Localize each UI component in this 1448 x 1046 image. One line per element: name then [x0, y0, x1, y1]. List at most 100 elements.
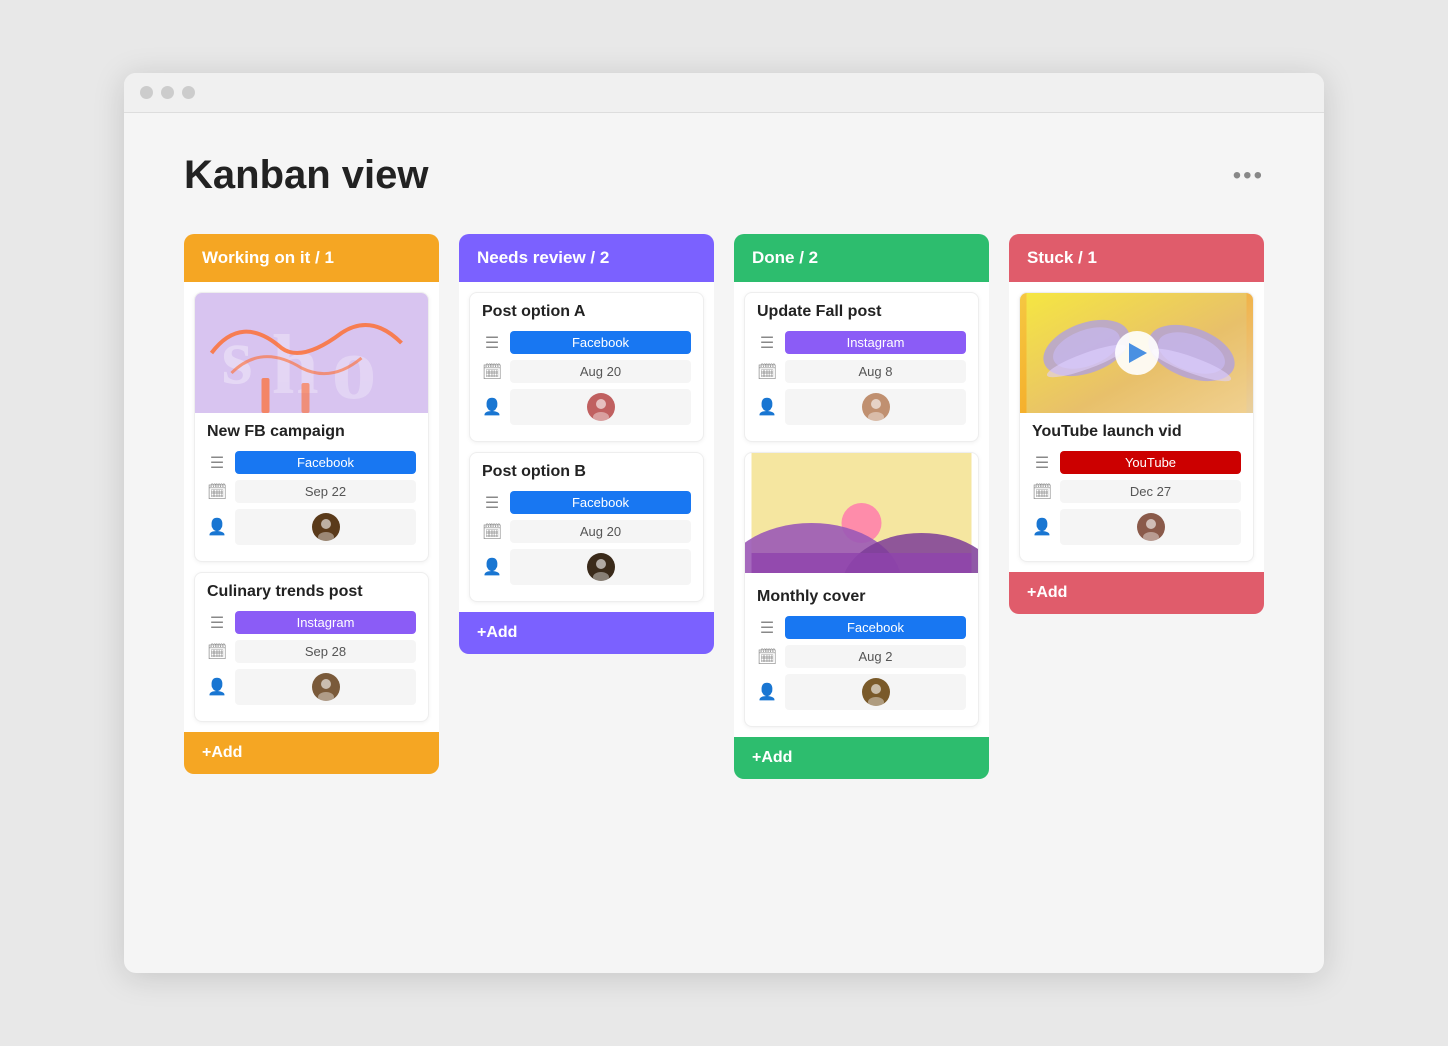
col-body-stuck: YouTube launch vid ☰ YouTube 🗓 Dec 27 👤 — [1009, 282, 1264, 572]
card-card-monthly[interactable]: Monthly cover ☰ Facebook 🗓 Aug 2 👤 — [744, 452, 979, 727]
card-date-row: 🗓 Aug 8 — [757, 360, 966, 383]
dot-yellow — [161, 86, 174, 99]
calendar-icon: 🗓 — [757, 647, 777, 667]
platform-tag: Facebook — [510, 331, 691, 354]
person-icon: 👤 — [482, 397, 502, 417]
card-content: Culinary trends post ☰ Instagram 🗓 Sep 2… — [195, 573, 428, 721]
card-platform-row: ☰ YouTube — [1032, 451, 1241, 474]
card-content: YouTube launch vid ☰ YouTube 🗓 Dec 27 👤 — [1020, 413, 1253, 561]
dot-green — [182, 86, 195, 99]
more-button[interactable]: ••• — [1233, 162, 1264, 190]
avatar — [587, 393, 615, 421]
card-card-posta[interactable]: Post option A ☰ Facebook 🗓 Aug 20 👤 — [469, 292, 704, 442]
add-button-stuck[interactable]: +Add — [1009, 572, 1264, 614]
card-card-yt[interactable]: YouTube launch vid ☰ YouTube 🗓 Dec 27 👤 — [1019, 292, 1254, 562]
person-icon: 👤 — [757, 397, 777, 417]
card-title: Culinary trends post — [207, 583, 416, 601]
avatar-wrap — [235, 509, 416, 545]
page-header: Kanban view ••• — [184, 153, 1264, 198]
card-date-row: 🗓 Sep 28 — [207, 640, 416, 663]
avatar — [862, 678, 890, 706]
card-content: Update Fall post ☰ Instagram 🗓 Aug 8 👤 — [745, 293, 978, 441]
avatar — [587, 553, 615, 581]
card-image-video — [1020, 293, 1253, 413]
card-date: Sep 28 — [235, 640, 416, 663]
calendar-icon: 🗓 — [1032, 482, 1052, 502]
avatar-wrap — [510, 549, 691, 585]
platform-icon: ☰ — [482, 493, 502, 513]
avatar — [862, 393, 890, 421]
card-date-row: 🗓 Aug 2 — [757, 645, 966, 668]
card-title: Monthly cover — [757, 588, 966, 606]
platform-tag: Facebook — [235, 451, 416, 474]
card-date: Dec 27 — [1060, 480, 1241, 503]
card-card-fall[interactable]: Update Fall post ☰ Instagram 🗓 Aug 8 👤 — [744, 292, 979, 442]
card-date: Aug 2 — [785, 645, 966, 668]
card-platform-row: ☰ Facebook — [482, 331, 691, 354]
titlebar — [124, 73, 1324, 113]
card-title: Update Fall post — [757, 303, 966, 321]
platform-tag: Instagram — [785, 331, 966, 354]
column-done: Done / 2 Update Fall post ☰ Instagram 🗓 … — [734, 234, 989, 779]
card-card-postb[interactable]: Post option B ☰ Facebook 🗓 Aug 20 👤 — [469, 452, 704, 602]
person-icon: 👤 — [1032, 517, 1052, 537]
card-date: Aug 8 — [785, 360, 966, 383]
card-platform-row: ☰ Facebook — [482, 491, 691, 514]
card-date: Sep 22 — [235, 480, 416, 503]
avatar — [1137, 513, 1165, 541]
platform-icon: ☰ — [482, 333, 502, 353]
avatar — [312, 673, 340, 701]
card-image-calligraphy: s h o — [195, 293, 428, 413]
card-platform-row: ☰ Facebook — [207, 451, 416, 474]
column-working: Working on it / 1 s h o New FB campaign — [184, 234, 439, 774]
card-platform-row: ☰ Instagram — [207, 611, 416, 634]
card-title: YouTube launch vid — [1032, 423, 1241, 441]
platform-icon: ☰ — [757, 618, 777, 638]
add-button-review[interactable]: +Add — [459, 612, 714, 654]
col-header-stuck: Stuck / 1 — [1009, 234, 1264, 282]
avatar-wrap — [510, 389, 691, 425]
add-button-working[interactable]: +Add — [184, 732, 439, 774]
dot-red — [140, 86, 153, 99]
avatar-wrap — [785, 674, 966, 710]
col-header-review: Needs review / 2 — [459, 234, 714, 282]
main-content: Kanban view ••• Working on it / 1 s h o — [124, 113, 1324, 819]
card-platform-row: ☰ Facebook — [757, 616, 966, 639]
calendar-icon: 🗓 — [482, 522, 502, 542]
avatar-wrap — [235, 669, 416, 705]
card-date-row: 🗓 Aug 20 — [482, 520, 691, 543]
svg-text:s: s — [222, 313, 253, 401]
avatar-wrap — [1060, 509, 1241, 545]
person-icon: 👤 — [482, 557, 502, 577]
play-button[interactable] — [1115, 331, 1159, 375]
card-assignee-row: 👤 — [207, 509, 416, 545]
column-stuck: Stuck / 1 — [1009, 234, 1264, 614]
column-review: Needs review / 2 Post option A ☰ Faceboo… — [459, 234, 714, 654]
play-icon — [1129, 343, 1147, 363]
col-body-review: Post option A ☰ Facebook 🗓 Aug 20 👤 — [459, 282, 714, 612]
platform-icon: ☰ — [757, 333, 777, 353]
calendar-icon: 🗓 — [757, 362, 777, 382]
col-body-working: s h o New FB campaign ☰ Facebook 🗓 — [184, 282, 439, 732]
card-date-row: 🗓 Sep 22 — [207, 480, 416, 503]
card-card-culinary[interactable]: Culinary trends post ☰ Instagram 🗓 Sep 2… — [194, 572, 429, 722]
calendar-icon: 🗓 — [482, 362, 502, 382]
platform-tag: Facebook — [510, 491, 691, 514]
card-title: Post option B — [482, 463, 691, 481]
platform-icon: ☰ — [1032, 453, 1052, 473]
avatar — [312, 513, 340, 541]
add-button-done[interactable]: +Add — [734, 737, 989, 779]
platform-tag: YouTube — [1060, 451, 1241, 474]
card-assignee-row: 👤 — [757, 674, 966, 710]
card-card-fb[interactable]: s h o New FB campaign ☰ Facebook 🗓 — [194, 292, 429, 562]
col-header-done: Done / 2 — [734, 234, 989, 282]
platform-icon: ☰ — [207, 613, 227, 633]
card-date-row: 🗓 Aug 20 — [482, 360, 691, 383]
card-content: Post option B ☰ Facebook 🗓 Aug 20 👤 — [470, 453, 703, 601]
card-assignee-row: 👤 — [482, 389, 691, 425]
avatar-wrap — [785, 389, 966, 425]
card-title: Post option A — [482, 303, 691, 321]
col-body-done: Update Fall post ☰ Instagram 🗓 Aug 8 👤 — [734, 282, 989, 737]
card-image-landscape — [745, 453, 978, 573]
card-assignee-row: 👤 — [207, 669, 416, 705]
